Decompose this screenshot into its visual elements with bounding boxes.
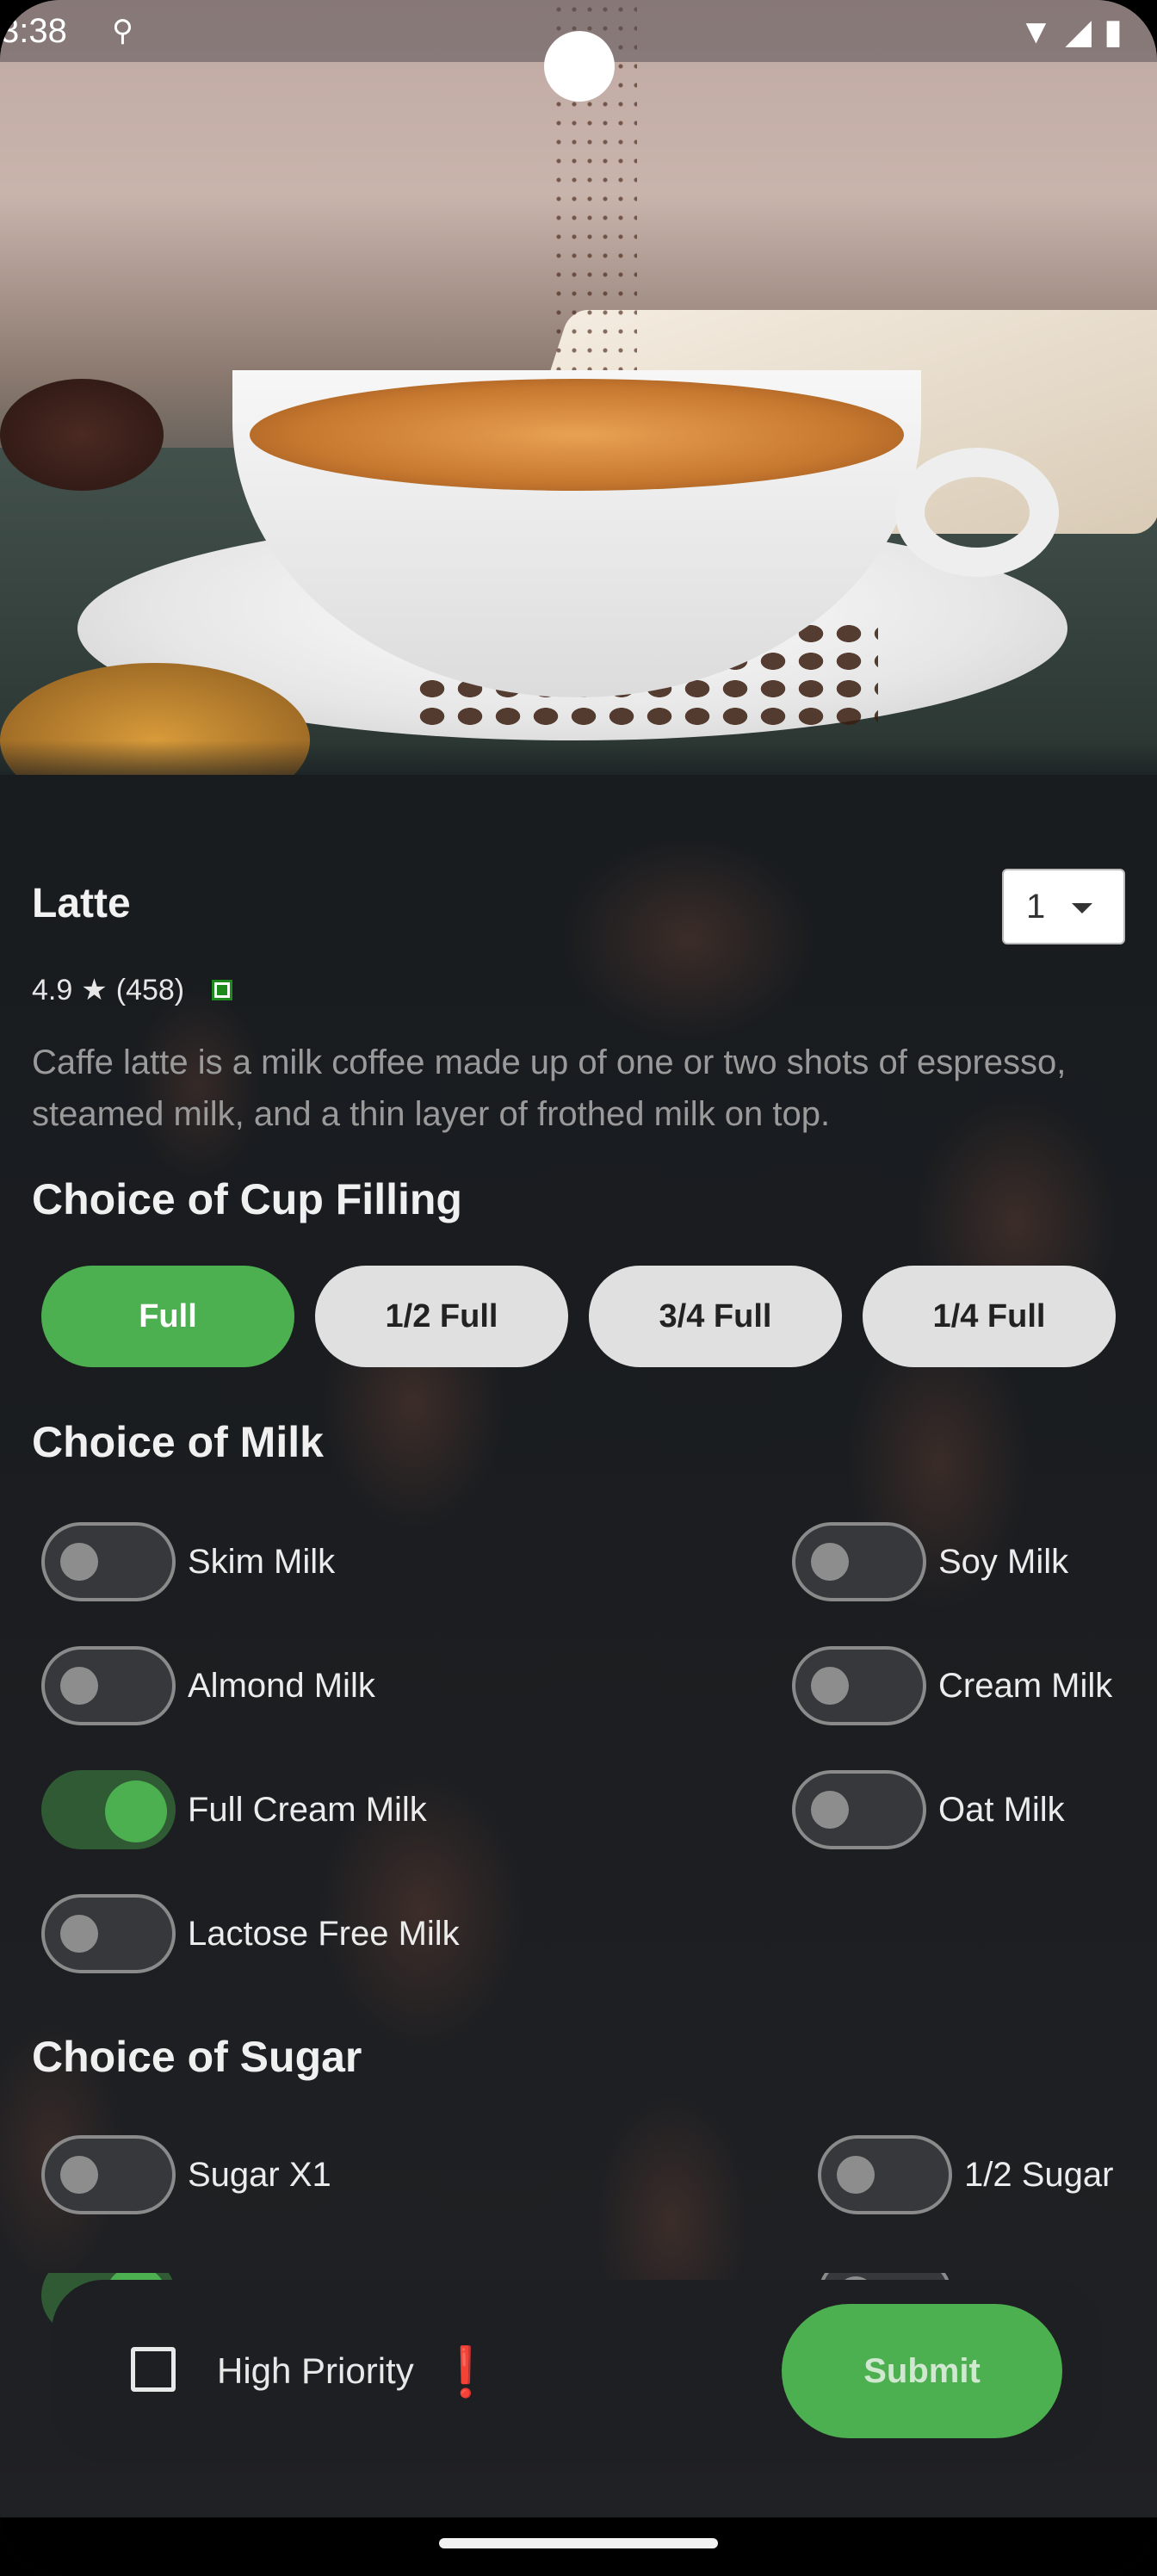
milk-option-skim: Skim Milk bbox=[41, 1519, 335, 1605]
high-priority-label: High Priority bbox=[217, 2350, 414, 2391]
milk-option-lactose-free: Lactose Free Milk bbox=[41, 1891, 460, 1977]
status-time: 3:38 bbox=[0, 12, 67, 50]
option-label: 1/2 Sugar bbox=[964, 2155, 1114, 2194]
veg-indicator-icon bbox=[212, 980, 233, 1000]
option-label: Sugar X1 bbox=[188, 2155, 331, 2194]
sugar-option-x1: Sugar X1 bbox=[41, 2132, 331, 2218]
home-gesture-handle[interactable] bbox=[439, 2538, 718, 2548]
cup-filling-three-quarter[interactable]: 3/4 Full bbox=[589, 1266, 842, 1367]
cup-filling-half[interactable]: 1/2 Full bbox=[315, 1266, 568, 1367]
option-label: Skim Milk bbox=[188, 1542, 336, 1581]
quantity-value: 1 bbox=[1026, 887, 1046, 926]
almond-milk-toggle[interactable] bbox=[41, 1646, 176, 1725]
cup-filling-full[interactable]: Full bbox=[41, 1266, 294, 1367]
star-icon: ★ bbox=[81, 974, 108, 1006]
wifi-icon: ▼ bbox=[1018, 12, 1054, 51]
soy-milk-toggle[interactable] bbox=[792, 1522, 926, 1601]
order-bottom-bar: High Priority ❗ Submit bbox=[52, 2280, 1102, 2462]
skim-milk-toggle[interactable] bbox=[41, 1522, 176, 1601]
chevron-down-icon bbox=[1072, 903, 1092, 913]
option-label: Full Cream Milk bbox=[188, 1790, 427, 1829]
oat-milk-toggle[interactable] bbox=[792, 1770, 926, 1849]
app-screen: 3:38 ⚲ ▼ ◢ ▮ Latte 1 4.9 ★ (458) Caffe l… bbox=[0, 0, 1157, 2576]
option-label: Cream Milk bbox=[938, 1666, 1113, 1705]
milk-heading: Choice of Milk bbox=[32, 1418, 324, 1466]
sugar-heading: Choice of Sugar bbox=[32, 2033, 362, 2081]
option-label: Lactose Free Milk bbox=[188, 1914, 460, 1953]
half-sugar-toggle[interactable] bbox=[818, 2135, 952, 2214]
full-cream-milk-toggle[interactable] bbox=[41, 1770, 176, 1849]
cup-filling-heading: Choice of Cup Filling bbox=[32, 1175, 462, 1223]
option-label: Oat Milk bbox=[938, 1790, 1065, 1829]
review-count: (458) bbox=[115, 973, 185, 1006]
option-label: Soy Milk bbox=[938, 1542, 1069, 1581]
sugar-x1-toggle[interactable] bbox=[41, 2135, 176, 2214]
cup-filling-quarter[interactable]: 1/4 Full bbox=[863, 1266, 1116, 1367]
lactose-free-milk-toggle[interactable] bbox=[41, 1894, 176, 1973]
milk-option-almond: Almond Milk bbox=[41, 1643, 375, 1729]
exclamation-icon: ❗ bbox=[436, 2344, 496, 2399]
product-title: Latte bbox=[32, 881, 131, 926]
quantity-dropdown[interactable]: 1 bbox=[1002, 869, 1125, 944]
product-description: Caffe latte is a milk coffee made up of … bbox=[32, 1043, 1067, 1133]
option-label: Almond Milk bbox=[188, 1666, 375, 1705]
sugar-option-half: 1/2 Sugar bbox=[818, 2132, 1113, 2218]
battery-icon: ▮ bbox=[1103, 13, 1123, 51]
camera-cutout bbox=[544, 31, 615, 102]
cream-milk-toggle[interactable] bbox=[792, 1646, 926, 1725]
submit-button[interactable]: Submit bbox=[782, 2304, 1062, 2438]
app-notification-icon: ⚲ bbox=[112, 15, 133, 47]
high-priority-checkbox[interactable] bbox=[131, 2347, 176, 2392]
milk-option-cream: Cream Milk bbox=[792, 1643, 1112, 1729]
milk-option-oat: Oat Milk bbox=[792, 1767, 1065, 1853]
product-image bbox=[0, 0, 1157, 775]
rating-value: 4.9 bbox=[32, 973, 73, 1006]
status-icons: ▼ ◢ ▮ bbox=[1019, 12, 1123, 52]
signal-icon: ◢ bbox=[1065, 13, 1092, 51]
rating-row: 4.9 ★ (458) bbox=[32, 973, 233, 1007]
milk-option-soy: Soy Milk bbox=[792, 1519, 1068, 1605]
milk-option-full-cream: Full Cream Milk bbox=[41, 1767, 427, 1853]
